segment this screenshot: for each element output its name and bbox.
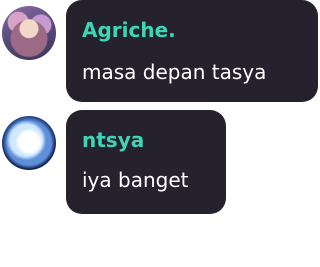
message-username[interactable]: ntsya bbox=[82, 128, 144, 152]
message-bubble: ntsya iya banget bbox=[66, 110, 226, 214]
avatar[interactable] bbox=[2, 6, 56, 60]
avatar[interactable] bbox=[2, 116, 56, 170]
message-username[interactable]: Agriche. bbox=[82, 18, 176, 42]
chat-message-list: Agriche. masa depan tasya ntsya iya bang… bbox=[0, 0, 320, 267]
message-text: iya banget bbox=[82, 168, 189, 192]
message-bubble: Agriche. masa depan tasya bbox=[66, 0, 318, 102]
message-text: masa depan tasya bbox=[82, 60, 267, 84]
